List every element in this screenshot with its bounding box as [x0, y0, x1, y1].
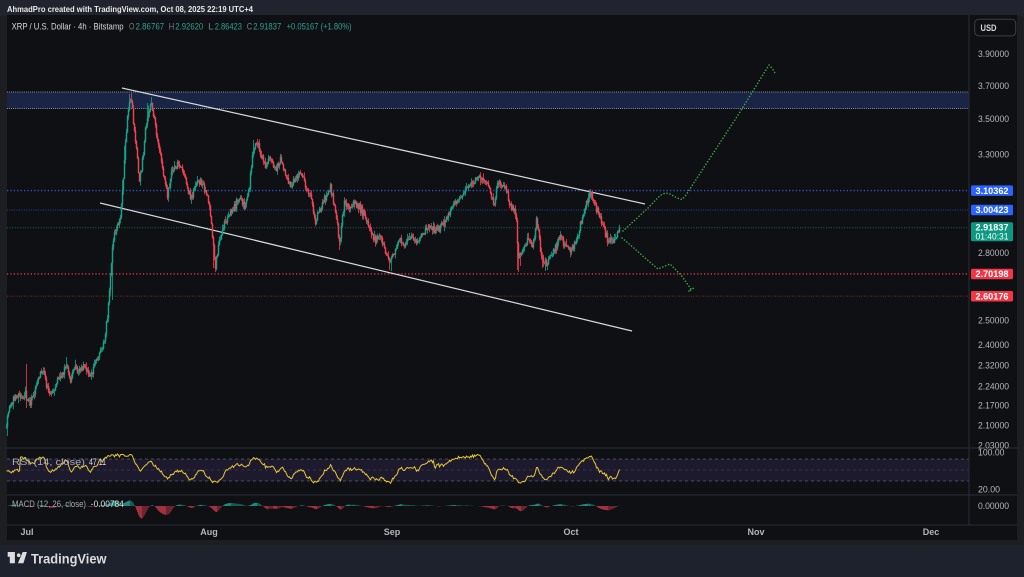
svg-text:3.00423: 3.00423: [976, 205, 1009, 215]
svg-text:2.10000: 2.10000: [978, 420, 1009, 430]
svg-text:AhmadPro created with TradingV: AhmadPro created with TradingView.com, O…: [7, 5, 254, 14]
svg-text:0.00000: 0.00000: [978, 501, 1009, 511]
svg-text:3.50000: 3.50000: [978, 114, 1009, 124]
svg-text:USD: USD: [981, 23, 997, 33]
svg-text:C: C: [247, 21, 253, 31]
svg-text:2.86767: 2.86767: [136, 21, 165, 31]
svg-text:2.80000: 2.80000: [978, 248, 1009, 258]
svg-text:47.11: 47.11: [89, 457, 106, 467]
svg-text:Jul: Jul: [20, 527, 33, 537]
svg-text:-0.00784: -0.00784: [91, 499, 124, 509]
svg-text:01:40:31: 01:40:31: [976, 231, 1009, 241]
svg-text:2.70198: 2.70198: [976, 269, 1009, 279]
svg-text:2.86423: 2.86423: [215, 21, 242, 31]
svg-text:2.91837: 2.91837: [253, 21, 281, 31]
svg-text:XRP / U.S. Dollar · 4h · Bitst: XRP / U.S. Dollar · 4h · Bitstamp: [12, 21, 124, 31]
svg-text:Dec: Dec: [923, 527, 940, 537]
svg-text:2.40000: 2.40000: [978, 340, 1009, 350]
svg-text:RSI (14, close): RSI (14, close): [12, 457, 85, 467]
svg-text:20.00: 20.00: [978, 485, 1000, 495]
svg-text:3.70000: 3.70000: [978, 81, 1009, 91]
svg-text:100.00: 100.00: [978, 448, 1005, 458]
svg-text:+0.05167 (+1.80%): +0.05167 (+1.80%): [287, 21, 352, 31]
svg-text:TradingView: TradingView: [31, 551, 107, 566]
svg-text:L: L: [208, 21, 214, 31]
svg-text:H: H: [169, 21, 175, 31]
svg-text:Nov: Nov: [747, 527, 764, 537]
svg-text:2.24000: 2.24000: [978, 382, 1009, 392]
svg-text:3.10362: 3.10362: [976, 186, 1009, 196]
svg-text:Sep: Sep: [384, 527, 401, 537]
svg-text:3.30000: 3.30000: [978, 149, 1009, 159]
svg-text:3.90000: 3.90000: [978, 49, 1009, 59]
svg-text:MACD (12, 26, close): MACD (12, 26, close): [12, 499, 86, 509]
svg-text:Aug: Aug: [200, 527, 218, 537]
svg-text:2.17000: 2.17000: [978, 401, 1009, 411]
svg-text:2.60176: 2.60176: [976, 291, 1009, 301]
svg-text:2.92620: 2.92620: [175, 21, 203, 31]
svg-text:2.50000: 2.50000: [978, 316, 1009, 326]
svg-text:O: O: [129, 21, 135, 31]
svg-text:2.32000: 2.32000: [978, 361, 1009, 371]
svg-text:Oct: Oct: [563, 527, 578, 537]
